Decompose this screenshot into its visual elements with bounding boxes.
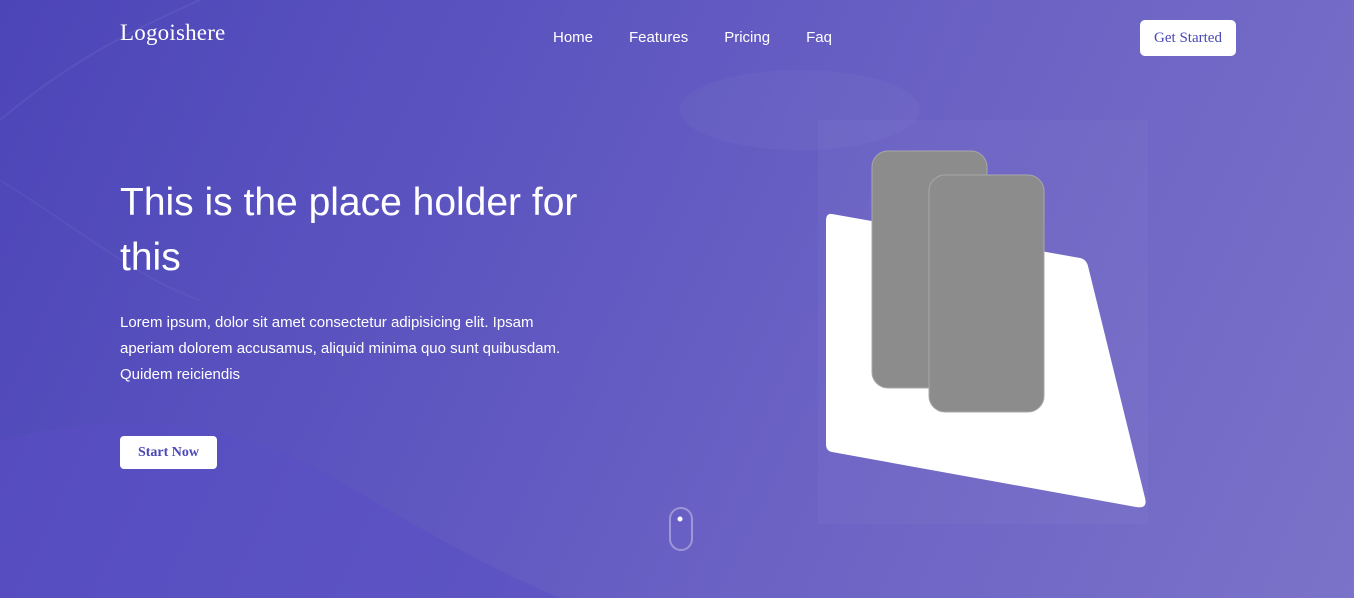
nav-features[interactable]: Features [629,29,688,47]
hero-title: This is the place holder for this [120,181,578,279]
nav-faq[interactable]: Faq [806,29,832,47]
mouse-scroll-icon[interactable] [668,506,694,552]
site-header: Logoishere Home Features Pricing Faq Get… [0,0,1354,76]
get-started-button[interactable]: Get Started [1140,20,1236,56]
logo[interactable]: Logoishere [120,20,225,46]
start-now-button[interactable]: Start Now [120,436,217,469]
phone-mockup-illustration [826,150,1146,508]
hero-description: Lorem ipsum, dolor sit amet consectetur … [120,314,561,383]
main-nav: Home Features Pricing Faq [553,29,868,47]
phone-front [928,174,1045,413]
nav-pricing[interactable]: Pricing [724,29,770,47]
nav-home[interactable]: Home [553,29,593,47]
